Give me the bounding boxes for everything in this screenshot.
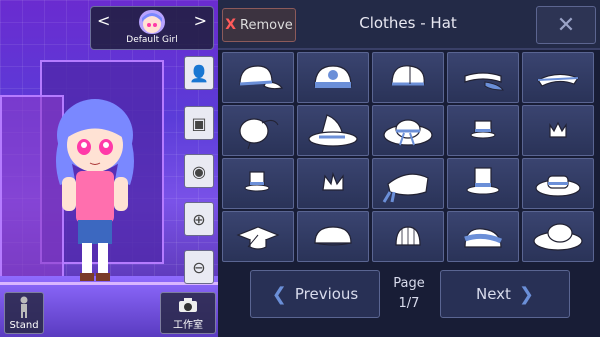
clothes-panel: X Remove Clothes - Hat ✕ ❮ Previous Page… bbox=[218, 0, 600, 337]
character-name: Default Girl bbox=[126, 35, 178, 45]
hat-item-cap-2[interactable] bbox=[372, 52, 444, 103]
image-icon: ▣ bbox=[191, 113, 207, 133]
beret-icon bbox=[239, 117, 279, 149]
studio-button[interactable]: 工作室 bbox=[160, 292, 216, 334]
stand-figure-icon bbox=[20, 296, 28, 318]
chevron-right-icon: ❯ bbox=[518, 283, 535, 305]
crown-icon bbox=[549, 121, 567, 138]
beanie-icon bbox=[314, 225, 352, 245]
hat-item-wide-brim-hat[interactable] bbox=[522, 211, 594, 262]
hat-item-beret-feather[interactable] bbox=[222, 105, 294, 156]
hat-grid bbox=[222, 52, 596, 262]
mini-hat-icon bbox=[470, 119, 496, 138]
next-character-arrow[interactable]: > bbox=[194, 11, 207, 30]
wide-brim-hat-icon bbox=[533, 222, 583, 251]
character-figure bbox=[56, 99, 134, 281]
page-value: 1/7 bbox=[398, 296, 420, 311]
next-button[interactable]: Next ❯ bbox=[440, 270, 570, 318]
cap-icon bbox=[391, 64, 425, 85]
hat-item-beanie[interactable] bbox=[297, 211, 369, 262]
hat-item-cap[interactable] bbox=[222, 52, 294, 103]
hat-item-logo-cap[interactable] bbox=[297, 52, 369, 103]
page-indicator: Page 1/7 bbox=[384, 274, 434, 314]
eye-icon: ◉ bbox=[192, 161, 206, 181]
stand-label: Stand bbox=[9, 320, 39, 331]
stand-button[interactable]: Stand bbox=[4, 292, 44, 334]
remove-label: Remove bbox=[240, 17, 293, 33]
background-button[interactable]: ▣ bbox=[184, 106, 214, 140]
page-label: Page bbox=[393, 276, 425, 291]
studio-label: 工作室 bbox=[173, 320, 203, 331]
character-selector: < > Default Girl bbox=[90, 6, 214, 50]
previous-button[interactable]: ❮ Previous bbox=[250, 270, 380, 318]
logo-cap-icon bbox=[314, 64, 352, 88]
close-button[interactable]: ✕ bbox=[536, 6, 596, 44]
cap-icon bbox=[239, 64, 284, 89]
panel-title: Clothes - Hat bbox=[359, 14, 457, 32]
zoom-in-icon: ⊕ bbox=[192, 209, 206, 229]
hat-item-tiara[interactable] bbox=[297, 158, 369, 209]
witch-hat-icon bbox=[308, 113, 358, 147]
hat-item-bandana[interactable] bbox=[372, 158, 444, 209]
hat-item-visor[interactable] bbox=[447, 52, 519, 103]
hat-item-mini-top-hat[interactable] bbox=[447, 105, 519, 156]
remove-button[interactable]: X Remove bbox=[222, 8, 296, 42]
sun-hat-icon bbox=[383, 118, 433, 146]
hat-item-tiny-top-hat[interactable] bbox=[222, 158, 294, 209]
add-character-button[interactable]: 👤 bbox=[184, 56, 214, 90]
pagination-bar: ❮ Previous Page 1/7 Next ❯ bbox=[218, 266, 600, 326]
chevron-left-icon: ❮ bbox=[271, 283, 287, 305]
hat-item-top-hat[interactable] bbox=[447, 158, 519, 209]
hat-item-grad-cap[interactable] bbox=[222, 211, 294, 262]
close-icon: ✕ bbox=[556, 12, 576, 38]
zoom-out-icon: ⊖ bbox=[192, 257, 206, 277]
top-hat-icon bbox=[466, 166, 500, 194]
character-avatar bbox=[139, 10, 165, 34]
top-hat-icon bbox=[244, 170, 270, 191]
hat-item-visor-2[interactable] bbox=[522, 52, 594, 103]
headband-icon bbox=[464, 227, 503, 248]
hat-item-boater[interactable] bbox=[522, 158, 594, 209]
boater-icon bbox=[535, 174, 581, 197]
toggle-visibility-button[interactable]: ◉ bbox=[184, 154, 214, 188]
knit-cap-icon bbox=[395, 225, 421, 246]
bandana-icon bbox=[382, 173, 429, 203]
panel-header: X Remove Clothes - Hat ✕ bbox=[218, 0, 600, 50]
add-person-icon: 👤 bbox=[189, 63, 209, 83]
prev-character-arrow[interactable]: < bbox=[97, 11, 110, 30]
previous-label: Previous bbox=[294, 285, 359, 303]
hat-item-headband[interactable] bbox=[447, 211, 519, 262]
zoom-out-button[interactable]: ⊖ bbox=[184, 250, 214, 284]
hat-item-knit-cap[interactable] bbox=[372, 211, 444, 262]
graduation-cap-icon bbox=[236, 225, 280, 250]
zoom-in-button[interactable]: ⊕ bbox=[184, 202, 214, 236]
visor-icon bbox=[537, 73, 579, 87]
visor-icon bbox=[464, 71, 504, 91]
next-label: Next bbox=[475, 285, 511, 303]
hat-item-sun-hat-bow[interactable] bbox=[372, 105, 444, 156]
camera-icon bbox=[179, 298, 197, 312]
hat-item-witch-hat[interactable] bbox=[297, 105, 369, 156]
tiara-icon bbox=[322, 171, 344, 191]
remove-x-icon: X bbox=[225, 17, 237, 33]
character-scene: < > Default Girl 👤 ▣ ◉ ⊕ ⊖ Stand 工作室 bbox=[0, 0, 218, 337]
hat-item-mini-crown[interactable] bbox=[522, 105, 594, 156]
